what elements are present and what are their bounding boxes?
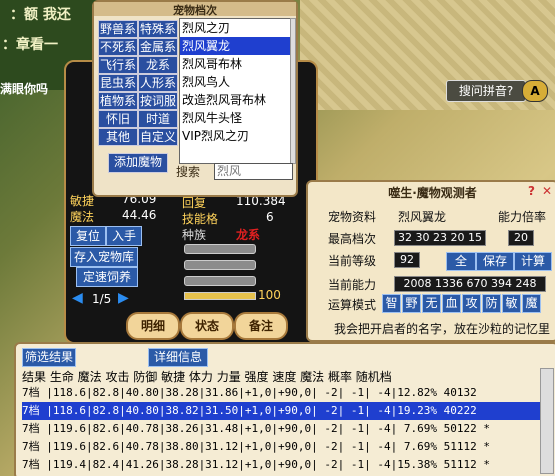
prev-page-icon[interactable]: ◀ bbox=[72, 290, 83, 306]
category-button[interactable]: 不死系 bbox=[98, 38, 138, 56]
table-header: 结果 生命 魔法 攻击 防御 敏捷 体力 力量 强度 速度 魔法 概率 随机档 bbox=[22, 370, 392, 384]
max-tier-label: 最高档次 bbox=[328, 232, 377, 246]
category-button[interactable]: 其他 bbox=[98, 128, 138, 146]
category-button[interactable]: 飞行系 bbox=[98, 56, 138, 74]
pet-info-label: 宠物资料 bbox=[328, 210, 377, 224]
help-icon[interactable]: ? bbox=[528, 184, 535, 198]
results-panel: 筛选结果 详细信息 结果 生命 魔法 攻击 防御 敏捷 体力 力量 强度 速度 … bbox=[14, 342, 555, 476]
mode-button[interactable]: 防 bbox=[482, 294, 501, 313]
window-title: 噬生·魔物观测者 bbox=[388, 186, 477, 200]
max-tier-values[interactable]: 32 30 23 20 15 bbox=[394, 230, 486, 246]
category-button[interactable]: 自定义 bbox=[138, 128, 178, 146]
table-row[interactable]: 7档 |119.6|82.6|40.78|38.80|31.12|+1,0|+9… bbox=[22, 438, 542, 456]
chat-line: 满眼你吗 bbox=[0, 82, 49, 96]
input-mode-icon[interactable]: A bbox=[522, 80, 548, 102]
pet-list-scrollbar[interactable] bbox=[290, 18, 296, 164]
ability-label: 能力倍率 bbox=[498, 210, 547, 224]
mode-button[interactable]: 智 bbox=[382, 294, 401, 313]
stat-label: 技能格 bbox=[182, 212, 219, 226]
add-pet-button[interactable]: 添加魔物 bbox=[108, 153, 168, 173]
category-button[interactable]: 时道 bbox=[138, 110, 178, 128]
table-row[interactable]: 7档 |119.4|82.4|41.26|38.28|31.12|+1,0|+9… bbox=[22, 456, 542, 474]
calc-button[interactable]: 计算 bbox=[514, 252, 552, 271]
tab-status[interactable]: 状态 bbox=[180, 312, 234, 340]
mode-button[interactable]: 野 bbox=[402, 294, 421, 313]
pet-list[interactable]: 烈风之刃 烈风翼龙 烈风哥布林 烈风鸟人 改造烈风哥布林 烈风牛头怪 VIP烈风之刃 bbox=[179, 18, 291, 164]
mode-button[interactable]: 魔 bbox=[522, 294, 541, 313]
table-row[interactable]: 7档 |118.6|82.8|40.80|38.82|31.50|+1,0|+9… bbox=[22, 402, 542, 420]
table-row[interactable]: 7档 |119.6|82.6|40.78|38.26|31.48|+1,0|+9… bbox=[22, 420, 542, 438]
restore-button[interactable]: 复位 bbox=[70, 226, 106, 246]
stat-label: 敏捷 bbox=[70, 194, 95, 208]
slider[interactable] bbox=[184, 244, 256, 254]
cur-level-label: 当前等级 bbox=[328, 254, 377, 268]
pet-name: 烈风翼龙 bbox=[398, 210, 447, 224]
pet-list-item[interactable]: 改造烈风哥布林 bbox=[180, 91, 290, 109]
category-button[interactable]: 人形系 bbox=[138, 74, 178, 92]
mode-label: 运算模式 bbox=[328, 298, 377, 312]
category-button[interactable]: 野兽系 bbox=[98, 20, 138, 38]
max-tier-num[interactable]: 20 bbox=[508, 230, 534, 246]
mode-button[interactable]: 无 bbox=[422, 294, 441, 313]
mode-button[interactable]: 攻 bbox=[462, 294, 481, 313]
chat-line: ：章看一 bbox=[2, 37, 58, 53]
pet-list-item[interactable]: 烈风鸟人 bbox=[180, 73, 290, 91]
category-button[interactable]: 怀旧 bbox=[98, 110, 138, 128]
race-value: 龙系 bbox=[236, 228, 261, 242]
progress-bar bbox=[184, 292, 256, 300]
next-page-icon[interactable]: ▶ bbox=[118, 290, 129, 306]
detail-info-button[interactable]: 详细信息 bbox=[148, 348, 208, 367]
mode-button[interactable]: 血 bbox=[442, 294, 461, 313]
archive-title: 宠物档次 bbox=[94, 2, 296, 17]
pet-list-item[interactable]: 烈风哥布林 bbox=[180, 55, 290, 73]
table-row[interactable]: 7档 |118.6|82.8|40.80|38.28|31.86|+1,0|+9… bbox=[22, 384, 542, 402]
pet-list-item[interactable]: 烈风翼龙 bbox=[180, 37, 290, 55]
stat-label: 魔法 bbox=[70, 210, 95, 224]
slider[interactable] bbox=[184, 276, 256, 286]
pinyin-search-button[interactable]: 搜问拼音? bbox=[446, 80, 526, 102]
stat-value: 6 bbox=[266, 210, 274, 224]
category-button[interactable]: 龙系 bbox=[138, 56, 178, 74]
category-button[interactable]: 昆虫系 bbox=[98, 74, 138, 92]
pet-list-item[interactable]: VIP烈风之刃 bbox=[180, 127, 290, 145]
category-button[interactable]: 按词服 bbox=[138, 92, 178, 110]
tab-detail[interactable]: 明细 bbox=[126, 312, 180, 340]
search-input[interactable]: 烈风 bbox=[214, 163, 293, 180]
category-button[interactable]: 金属系 bbox=[138, 38, 178, 56]
slider-max: 100 bbox=[258, 288, 281, 302]
search-label: 搜索 bbox=[176, 165, 201, 179]
category-button[interactable]: 植物系 bbox=[98, 92, 138, 110]
cur-ability-value: 2008 1336 670 394 248 bbox=[394, 276, 546, 292]
category-button[interactable]: 特殊系 bbox=[138, 20, 178, 38]
store-pet-button[interactable]: 存入宠物库 bbox=[70, 247, 138, 267]
chat-line: ：额 我还 bbox=[10, 7, 71, 23]
tab-notes[interactable]: 备注 bbox=[234, 312, 288, 340]
slider[interactable] bbox=[184, 260, 256, 270]
pet-list-item[interactable]: 烈风牛头怪 bbox=[180, 109, 290, 127]
page-indicator: 1/5 bbox=[92, 292, 112, 306]
swallow-window: 噬生·魔物观测者 ? ✕ 宠物资料 烈风翼龙 能力倍率 最高档次 32 30 2… bbox=[306, 180, 555, 342]
race-label: 种族 bbox=[182, 228, 207, 242]
footer-text: 我会把开启者的名字，放在沙粒的记忆里 bbox=[334, 322, 551, 336]
close-icon[interactable]: ✕ bbox=[542, 184, 552, 198]
cur-ability-label: 当前能力 bbox=[328, 278, 377, 292]
stat-value: 44.46 bbox=[122, 208, 157, 222]
all-button[interactable]: 全 bbox=[446, 252, 476, 271]
mode-button[interactable]: 敏 bbox=[502, 294, 521, 313]
save-button[interactable]: 保存 bbox=[476, 252, 514, 271]
game-screen: { "background":{ "chat_lines":["：额 我还","… bbox=[0, 0, 555, 476]
pet-list-item[interactable]: 烈风之刃 bbox=[180, 19, 290, 37]
results-scrollbar[interactable] bbox=[540, 368, 554, 474]
feed-button[interactable]: 定速饲养 bbox=[76, 267, 138, 287]
filter-results-button[interactable]: 筛选结果 bbox=[22, 348, 76, 367]
pet-archive-window: 宠物档次 野兽系 特殊系 不死系 金属系 飞行系 龙系 昆虫系 人形系 植物系 按词服 怀旧 时道 其他… bbox=[92, 0, 298, 197]
cur-level-input[interactable]: 92 bbox=[394, 252, 420, 268]
enter-button[interactable]: 入手 bbox=[106, 226, 142, 246]
